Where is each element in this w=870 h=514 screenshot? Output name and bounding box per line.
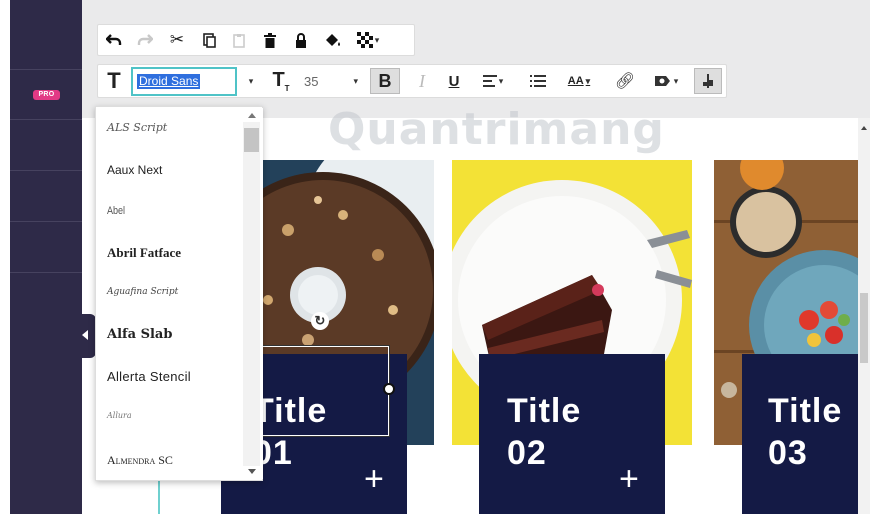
list-button[interactable] [525, 68, 551, 94]
sidebar-collapse-button[interactable] [80, 314, 96, 358]
scrollbar-thumb[interactable] [860, 293, 868, 363]
scroll-up-icon[interactable] [248, 113, 256, 118]
plus-icon[interactable]: + [619, 462, 639, 496]
font-option[interactable]: Allura [107, 411, 132, 420]
sidebar-divider [10, 119, 82, 120]
undo-icon [106, 34, 122, 45]
chevron-left-icon [82, 330, 88, 340]
shape-icon [654, 76, 670, 86]
chevron-down-icon: ▾ [585, 75, 591, 86]
font-size-tool: TT [266, 68, 296, 94]
chevron-down-icon: ▾ [353, 75, 358, 86]
font-list-scrollbar[interactable] [241, 108, 263, 479]
title-card-2[interactable]: Title 02 + [479, 354, 665, 514]
copy-button[interactable] [194, 27, 224, 53]
link-button[interactable]: 🔗︎ [612, 68, 638, 94]
italic-icon: I [419, 70, 425, 91]
plus-icon[interactable]: + [364, 462, 384, 496]
workspace-background [82, 0, 870, 118]
font-option[interactable]: Aguafina Script [107, 287, 178, 297]
font-family-dropdown[interactable]: ▾ [241, 68, 259, 94]
text-case-button[interactable]: AA ▾ [558, 68, 600, 94]
copy-icon [202, 32, 216, 48]
align-bottom-icon [703, 74, 713, 88]
selection-box [240, 345, 390, 437]
transparency-button[interactable]: ▾ [350, 27, 386, 53]
editor-window: PRO ✂ ▾ T Droid Sans ▾ TT 35 ▾ B I U ▾ A… [0, 0, 870, 514]
text-case-icon: AA [567, 75, 584, 87]
text-tool-button[interactable]: T [98, 68, 130, 94]
left-sidebar: PRO [10, 0, 82, 514]
edit-toolbar: ✂ ▾ [97, 24, 415, 56]
font-option[interactable]: Alfa Slab [107, 327, 172, 342]
redo-button[interactable] [130, 27, 160, 53]
scrollbar-track[interactable] [243, 122, 260, 466]
bold-button[interactable]: B [370, 68, 400, 94]
layer-position-button[interactable] [694, 68, 722, 94]
italic-button[interactable]: I [408, 68, 436, 94]
pro-badge: PRO [33, 90, 60, 100]
scrollbar-thumb[interactable] [244, 128, 259, 152]
title-card-3[interactable]: Title 03 [742, 354, 858, 514]
font-option[interactable]: Abril Fatface [107, 245, 181, 261]
text-size-icon: TT [272, 69, 290, 93]
resize-handle[interactable] [383, 383, 395, 395]
rotate-icon: ↻ [314, 313, 326, 328]
font-family-value: Droid Sans [137, 74, 201, 89]
text-icon: T [107, 68, 121, 93]
undo-button[interactable] [98, 27, 130, 53]
scroll-up-icon[interactable] [861, 126, 867, 130]
delete-button[interactable] [254, 27, 286, 53]
sidebar-divider [10, 221, 82, 222]
lock-button[interactable] [286, 27, 316, 53]
font-option[interactable]: Aaux Next [107, 163, 162, 177]
rotate-handle[interactable]: ↻ [311, 312, 329, 330]
paste-button[interactable] [224, 27, 254, 53]
sidebar-divider [10, 69, 82, 70]
scroll-down-icon[interactable] [248, 469, 256, 474]
chevron-down-icon: ▾ [498, 75, 504, 86]
cut-button[interactable]: ✂ [160, 27, 194, 53]
card-title[interactable]: Title 02 [507, 390, 581, 474]
sidebar-divider [10, 272, 82, 273]
font-option[interactable]: Abel [107, 205, 125, 217]
transparency-icon [356, 32, 373, 48]
card-title[interactable]: Title 03 [768, 390, 842, 474]
fill-color-button[interactable] [316, 27, 350, 53]
font-option[interactable]: Almendra SC [107, 453, 173, 468]
align-button[interactable]: ▾ [473, 68, 513, 94]
font-option[interactable]: ALS Script [107, 121, 167, 134]
underline-button[interactable]: U [440, 68, 468, 94]
paste-icon [233, 33, 245, 48]
delete-icon [264, 32, 276, 48]
font-family-input[interactable]: Droid Sans [131, 67, 237, 96]
font-size-value: 35 [304, 73, 319, 89]
underline-icon: U [448, 72, 460, 90]
redo-icon [137, 34, 153, 45]
sidebar-divider [10, 170, 82, 171]
cut-icon: ✂ [169, 30, 185, 49]
lock-icon [296, 32, 306, 48]
font-family-list: ALS Script Aaux Next Abel Abril Fatface … [95, 106, 263, 481]
bold-icon: B [378, 70, 392, 91]
link-icon: 🔗︎ [614, 73, 636, 90]
chevron-down-icon: ▾ [673, 75, 679, 86]
bullet-list-icon [530, 75, 546, 87]
chevron-down-icon: ▾ [374, 34, 380, 45]
shape-button[interactable]: ▾ [644, 68, 688, 94]
font-option[interactable]: Allerta Stencil [107, 369, 191, 384]
chevron-down-icon: ▾ [248, 75, 254, 86]
watermark: Quantrimang [328, 104, 665, 155]
fill-icon [326, 33, 340, 46]
canvas-scrollbar[interactable] [858, 118, 870, 514]
align-left-icon [482, 75, 497, 87]
font-size-select[interactable]: 35 ▾ [300, 68, 362, 94]
